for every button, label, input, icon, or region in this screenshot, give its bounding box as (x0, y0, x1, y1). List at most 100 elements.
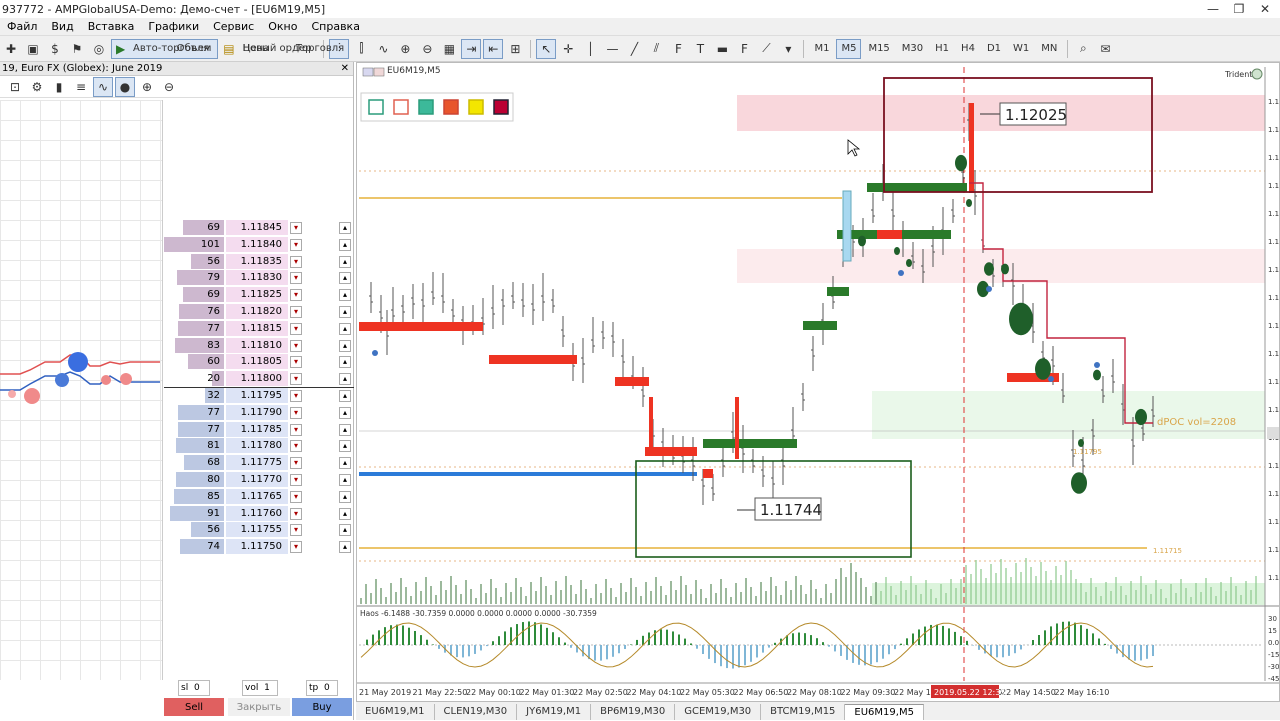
buy-arrow-icon[interactable]: ▴ (339, 541, 351, 554)
zoom-out-icon[interactable]: ⊖ (417, 39, 437, 59)
chart-tab[interactable]: BTCM19,M15 (761, 704, 846, 720)
graph-icon[interactable]: ∿ (93, 76, 113, 97)
sell-arrow-icon[interactable]: ▾ (290, 541, 302, 554)
horizontal-line-icon[interactable]: — (602, 39, 622, 59)
buy-button[interactable]: Buy (292, 698, 352, 716)
buy-arrow-icon[interactable]: ▴ (339, 474, 351, 486)
one-click-icon[interactable]: ⊡ (5, 77, 25, 97)
menu-insert[interactable]: Вставка (81, 20, 142, 33)
bubbles-icon[interactable]: ● (115, 76, 135, 97)
cursor-icon[interactable]: ↖ (536, 38, 557, 59)
sell-arrow-icon[interactable]: ▾ (290, 272, 302, 285)
chart-tab[interactable]: JY6M19,M1 (517, 704, 592, 720)
zoom-in-icon[interactable]: ⊕ (137, 77, 157, 97)
buy-arrow-icon[interactable]: ▴ (339, 356, 351, 369)
trendline-icon[interactable]: ╱ (624, 39, 644, 59)
sell-arrow-icon[interactable]: ▾ (290, 423, 302, 436)
buy-arrow-icon[interactable]: ▴ (339, 390, 351, 402)
signals-icon[interactable]: ◎ (89, 39, 109, 59)
navigator-icon[interactable]: ⚑ (67, 39, 87, 59)
close-icon[interactable]: ✕ (341, 62, 349, 76)
sell-arrow-icon[interactable]: ▾ (290, 406, 302, 419)
sell-arrow-icon[interactable]: ▾ (290, 507, 302, 520)
buy-arrow-icon[interactable]: ▴ (339, 238, 351, 251)
chat-icon[interactable]: ✉ (1095, 39, 1115, 59)
dom-row[interactable]: 69 1.11825 ▾ ▴ (164, 287, 354, 303)
channel-icon[interactable]: ⫽ (646, 39, 666, 59)
tf-w1[interactable]: W1 (1008, 39, 1034, 59)
dom-row[interactable]: 69 1.11845 ▾ ▴ (164, 220, 354, 236)
tile-windows-icon[interactable]: ▦ (439, 39, 459, 59)
tf-h1[interactable]: H1 (930, 39, 954, 59)
ladder-icon[interactable]: ≡ (71, 77, 91, 97)
search-icon[interactable]: ⌕ (1073, 39, 1093, 59)
sell-arrow-icon[interactable]: ▾ (290, 457, 302, 470)
menu-window[interactable]: Окно (261, 20, 304, 33)
dom-row[interactable]: 79 1.11830 ▾ ▴ (164, 270, 354, 286)
dom-row[interactable]: 83 1.11810 ▾ ▴ (164, 337, 354, 354)
sell-arrow-icon[interactable]: ▾ (290, 440, 302, 453)
sell-arrow-icon[interactable]: ▾ (290, 356, 302, 369)
dom-row[interactable]: 81 1.11780 ▾ ▴ (164, 438, 354, 454)
profiles-icon[interactable]: ▣ (23, 39, 43, 59)
label-icon[interactable]: ▬ (712, 39, 732, 59)
sell-arrow-icon[interactable]: ▾ (290, 373, 302, 386)
sell-arrow-icon[interactable]: ▾ (290, 474, 302, 486)
menu-tools[interactable]: Сервис (206, 20, 261, 33)
maximize-button[interactable]: ❐ (1226, 0, 1252, 18)
chart-tab[interactable]: GCEM19,M30 (675, 704, 762, 720)
buy-arrow-icon[interactable]: ▴ (339, 423, 351, 436)
menu-help[interactable]: Справка (304, 20, 366, 33)
chart-tab[interactable]: EU6M19,M5 (845, 704, 924, 720)
dom-row[interactable]: 60 1.11805 ▾ ▴ (164, 354, 354, 370)
dom-row[interactable]: 101 1.11840 ▾ ▴ (164, 236, 354, 253)
dom-row[interactable]: 68 1.11775 ▾ ▴ (164, 455, 354, 471)
buy-arrow-icon[interactable]: ▴ (339, 507, 351, 520)
tf-d1[interactable]: D1 (982, 39, 1006, 59)
gann-icon[interactable]: ⟋ (756, 39, 776, 59)
sell-arrow-icon[interactable]: ▾ (290, 490, 302, 503)
chart-tab[interactable]: CLEN19,M30 (435, 704, 518, 720)
dom-row[interactable]: 80 1.11770 ▾ ▴ (164, 472, 354, 488)
buy-arrow-icon[interactable]: ▴ (339, 306, 351, 318)
sell-arrow-icon[interactable]: ▾ (290, 390, 302, 402)
indicators-icon[interactable]: ⊞ (505, 39, 525, 59)
menu-view[interactable]: Вид (44, 20, 80, 33)
settings-icon[interactable]: ⚙ (27, 77, 47, 97)
dom-row[interactable]: 85 1.11765 ▾ ▴ (164, 488, 354, 505)
dom-row[interactable]: 77 1.11815 ▾ ▴ (164, 320, 354, 337)
chart-tab[interactable]: EU6M19,M1 (356, 704, 435, 720)
buy-arrow-icon[interactable]: ▴ (339, 289, 351, 302)
menu-file[interactable]: Файл (0, 20, 44, 33)
buy-arrow-icon[interactable]: ▴ (339, 457, 351, 470)
chart-shift-icon[interactable]: ⇤ (483, 38, 504, 59)
minimize-button[interactable]: — (1200, 0, 1226, 18)
buy-arrow-icon[interactable]: ▴ (339, 322, 351, 335)
fibo-fan-icon[interactable]: F (734, 39, 754, 59)
tf-mn[interactable]: MN (1036, 39, 1062, 59)
dom-row[interactable]: 77 1.11790 ▾ ▴ (164, 404, 354, 421)
fibo-icon[interactable]: F (668, 39, 688, 59)
tf-m1[interactable]: M1 (809, 39, 834, 59)
buy-arrow-icon[interactable]: ▴ (339, 440, 351, 453)
close-position-button[interactable]: Закрыть (228, 698, 290, 716)
market-watch-icon[interactable]: $ (45, 39, 65, 59)
price-chart[interactable]: Trident 1.12025 1.11744 dPOC vol=2208 1.1171… (357, 63, 1279, 701)
tf-m5[interactable]: M5 (836, 38, 862, 59)
sell-arrow-icon[interactable]: ▾ (290, 306, 302, 318)
sell-arrow-icon[interactable]: ▾ (290, 222, 302, 234)
tf-m15[interactable]: M15 (863, 39, 894, 59)
buy-arrow-icon[interactable]: ▴ (339, 339, 351, 352)
shapes-dropdown-icon[interactable]: ▾ (778, 39, 798, 59)
dom-row[interactable]: 77 1.11785 ▾ ▴ (164, 421, 354, 438)
tf-m30[interactable]: M30 (897, 39, 928, 59)
dom-row[interactable]: 56 1.11755 ▾ ▴ (164, 522, 354, 538)
sl-field[interactable]: sl 0 (178, 680, 210, 696)
buy-arrow-icon[interactable]: ▴ (339, 524, 351, 537)
buy-arrow-icon[interactable]: ▴ (339, 490, 351, 503)
vertical-line-icon[interactable]: │ (580, 39, 600, 59)
sell-arrow-icon[interactable]: ▾ (290, 255, 302, 268)
buy-arrow-icon[interactable]: ▴ (339, 222, 351, 234)
zoom-in-icon[interactable]: ⊕ (395, 39, 415, 59)
sell-arrow-icon[interactable]: ▾ (290, 289, 302, 302)
